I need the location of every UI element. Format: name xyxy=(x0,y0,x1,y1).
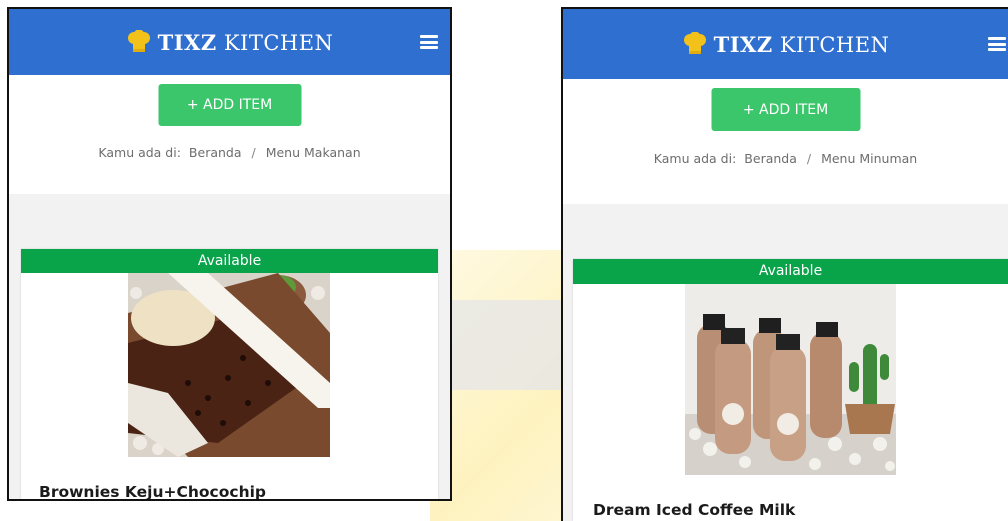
product-photo-iced-coffee[interactable] xyxy=(685,284,896,475)
top-navbar: TIXZ KITCHEN xyxy=(563,9,1008,79)
add-item-button[interactable]: + ADD ITEM xyxy=(711,88,860,131)
menu-card[interactable]: Available xyxy=(21,249,438,499)
chef-hat-icon xyxy=(683,32,706,54)
breadcrumb-current: Menu Minuman xyxy=(821,151,918,166)
brand-bold: TIXZ xyxy=(713,31,773,57)
menu-card[interactable]: Available xyxy=(573,259,1008,521)
status-badge: Available xyxy=(573,259,1008,284)
breadcrumb-separator: / xyxy=(251,145,256,160)
breadcrumb-current: Menu Makanan xyxy=(265,145,361,160)
breadcrumb-separator: / xyxy=(806,151,812,166)
breadcrumb: Kamu ada di: Beranda / Menu Minuman xyxy=(563,151,1008,166)
brand-logo[interactable]: TIXZ KITCHEN xyxy=(126,30,334,55)
top-navbar: TIXZ KITCHEN xyxy=(9,9,450,75)
hamburger-menu-icon[interactable] xyxy=(420,35,438,49)
screen-food-menu: TIXZ KITCHEN + ADD ITEM Kamu ada di: Ber… xyxy=(7,7,452,501)
brand-rest: KITCHEN xyxy=(779,32,890,57)
add-item-button[interactable]: + ADD ITEM xyxy=(158,84,301,126)
hamburger-menu-icon[interactable] xyxy=(988,37,1006,51)
chef-hat-icon xyxy=(127,30,150,52)
product-title[interactable]: Dream Iced Coffee Milk xyxy=(593,501,795,519)
breadcrumb-prefix: Kamu ada di: xyxy=(653,151,737,166)
brand-logo[interactable]: TIXZ KITCHEN xyxy=(682,32,890,57)
background-watermark-shape xyxy=(450,300,570,390)
breadcrumb-home-link[interactable]: Beranda xyxy=(744,151,797,166)
status-badge: Available xyxy=(21,249,438,273)
product-photo-brownies[interactable] xyxy=(128,273,330,457)
breadcrumb: Kamu ada di: Beranda / Menu Makanan xyxy=(9,145,450,160)
brand-rest: KITCHEN xyxy=(223,30,334,55)
breadcrumb-prefix: Kamu ada di: xyxy=(98,145,181,160)
screen-drink-menu: TIXZ KITCHEN + ADD ITEM Kamu ada di: Ber… xyxy=(561,7,1008,521)
breadcrumb-home-link[interactable]: Beranda xyxy=(189,145,242,160)
product-title[interactable]: Brownies Keju+Chocochip xyxy=(39,483,266,499)
brand-bold: TIXZ xyxy=(157,29,217,55)
